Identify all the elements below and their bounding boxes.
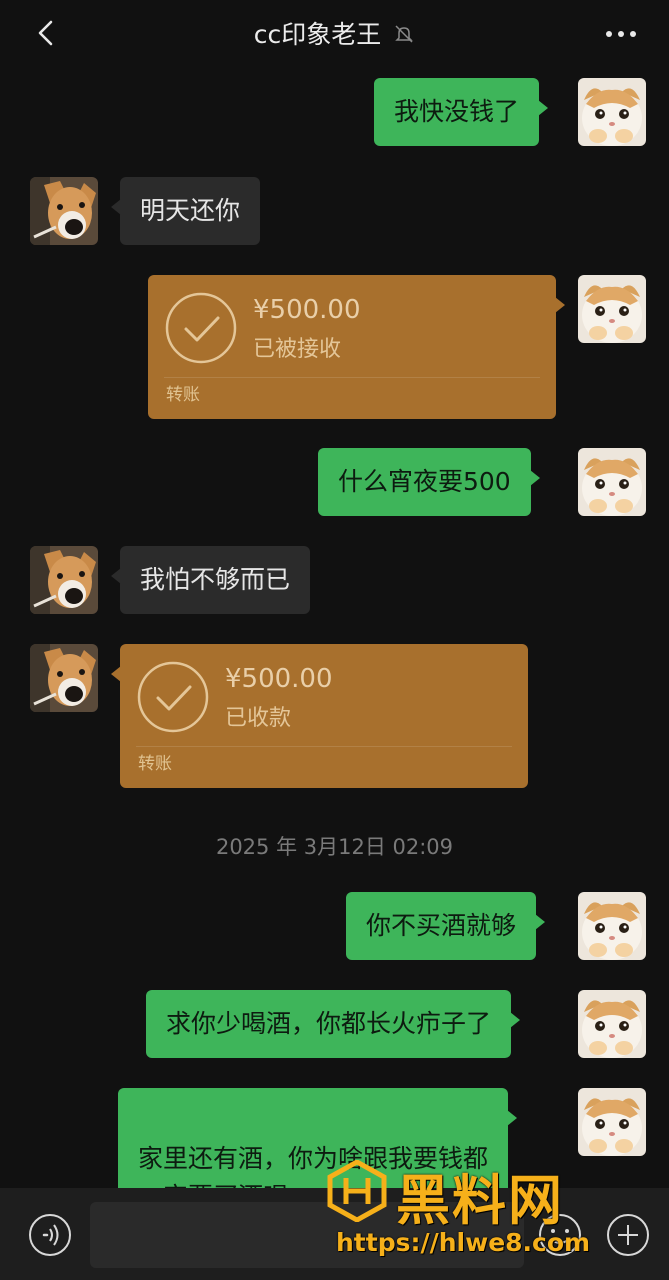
chat-header: cc印象老王: [0, 0, 669, 68]
my-avatar[interactable]: [578, 892, 646, 960]
message-bubble-outgoing[interactable]: 求你少喝酒，你都长火疖子了: [146, 990, 521, 1058]
message-bubble-outgoing[interactable]: 什么宵夜要500: [318, 448, 540, 516]
message-text: 明天还你: [140, 196, 241, 225]
message-text: 什么宵夜要500: [338, 467, 511, 496]
check-circle-icon: [137, 661, 209, 733]
transfer-status: 已收款: [225, 706, 292, 731]
message-bubble-outgoing[interactable]: 你不买酒就够: [346, 892, 546, 960]
my-avatar[interactable]: [578, 990, 646, 1058]
transfer-divider: [164, 377, 540, 378]
watermark-brand: 黑料网: [396, 1169, 564, 1232]
message-bubble-incoming[interactable]: 我怕不够而已: [110, 546, 311, 614]
message-text: 你不买酒就够: [366, 911, 517, 940]
chat-timestamp: 2025 年 3月12日 02:09: [215, 835, 454, 859]
my-avatar[interactable]: [578, 1088, 646, 1156]
transfer-amount: ¥500.00: [225, 664, 333, 694]
contact-avatar[interactable]: [30, 177, 98, 245]
transfer-amount: ¥500.00: [253, 295, 361, 325]
bell-off-icon: [395, 25, 414, 43]
more-dots-icon[interactable]: [605, 30, 637, 38]
message-text: 我怕不够而已: [140, 565, 291, 594]
voice-icon[interactable]: [28, 1213, 72, 1257]
chat-screen: cc印象老王 我快没钱了 明天还你 ¥500.00 已被接收 转账 什么宵夜要5…: [0, 0, 669, 1280]
watermark-url: https://hlwe8.com: [336, 1228, 591, 1257]
watermark: 黑料网 https://hlwe8.com: [318, 1150, 658, 1270]
transfer-card[interactable]: ¥500.00 已收款 转账: [111, 644, 528, 788]
contact-avatar[interactable]: [30, 546, 98, 614]
check-circle-icon: [165, 292, 237, 364]
watermark-logo-icon: [327, 1160, 387, 1222]
transfer-divider: [136, 746, 512, 747]
transfer-label: 转账: [166, 385, 200, 405]
message-text: 我快没钱了: [394, 97, 520, 126]
my-avatar[interactable]: [578, 78, 646, 146]
my-avatar[interactable]: [578, 275, 646, 343]
chat-title-bar: cc印象老王: [0, 15, 669, 51]
message-bubble-incoming[interactable]: 明天还你: [110, 177, 261, 245]
transfer-label: 转账: [138, 754, 172, 774]
transfer-card[interactable]: ¥500.00 已被接收 转账: [148, 275, 565, 419]
transfer-status: 已被接收: [253, 337, 342, 362]
chat-title: cc印象老王: [253, 20, 382, 49]
message-text: 求你少喝酒，你都长火疖子了: [166, 1009, 492, 1038]
contact-avatar[interactable]: [30, 644, 98, 712]
message-bubble-outgoing[interactable]: 我快没钱了: [374, 78, 549, 146]
my-avatar[interactable]: [578, 448, 646, 516]
